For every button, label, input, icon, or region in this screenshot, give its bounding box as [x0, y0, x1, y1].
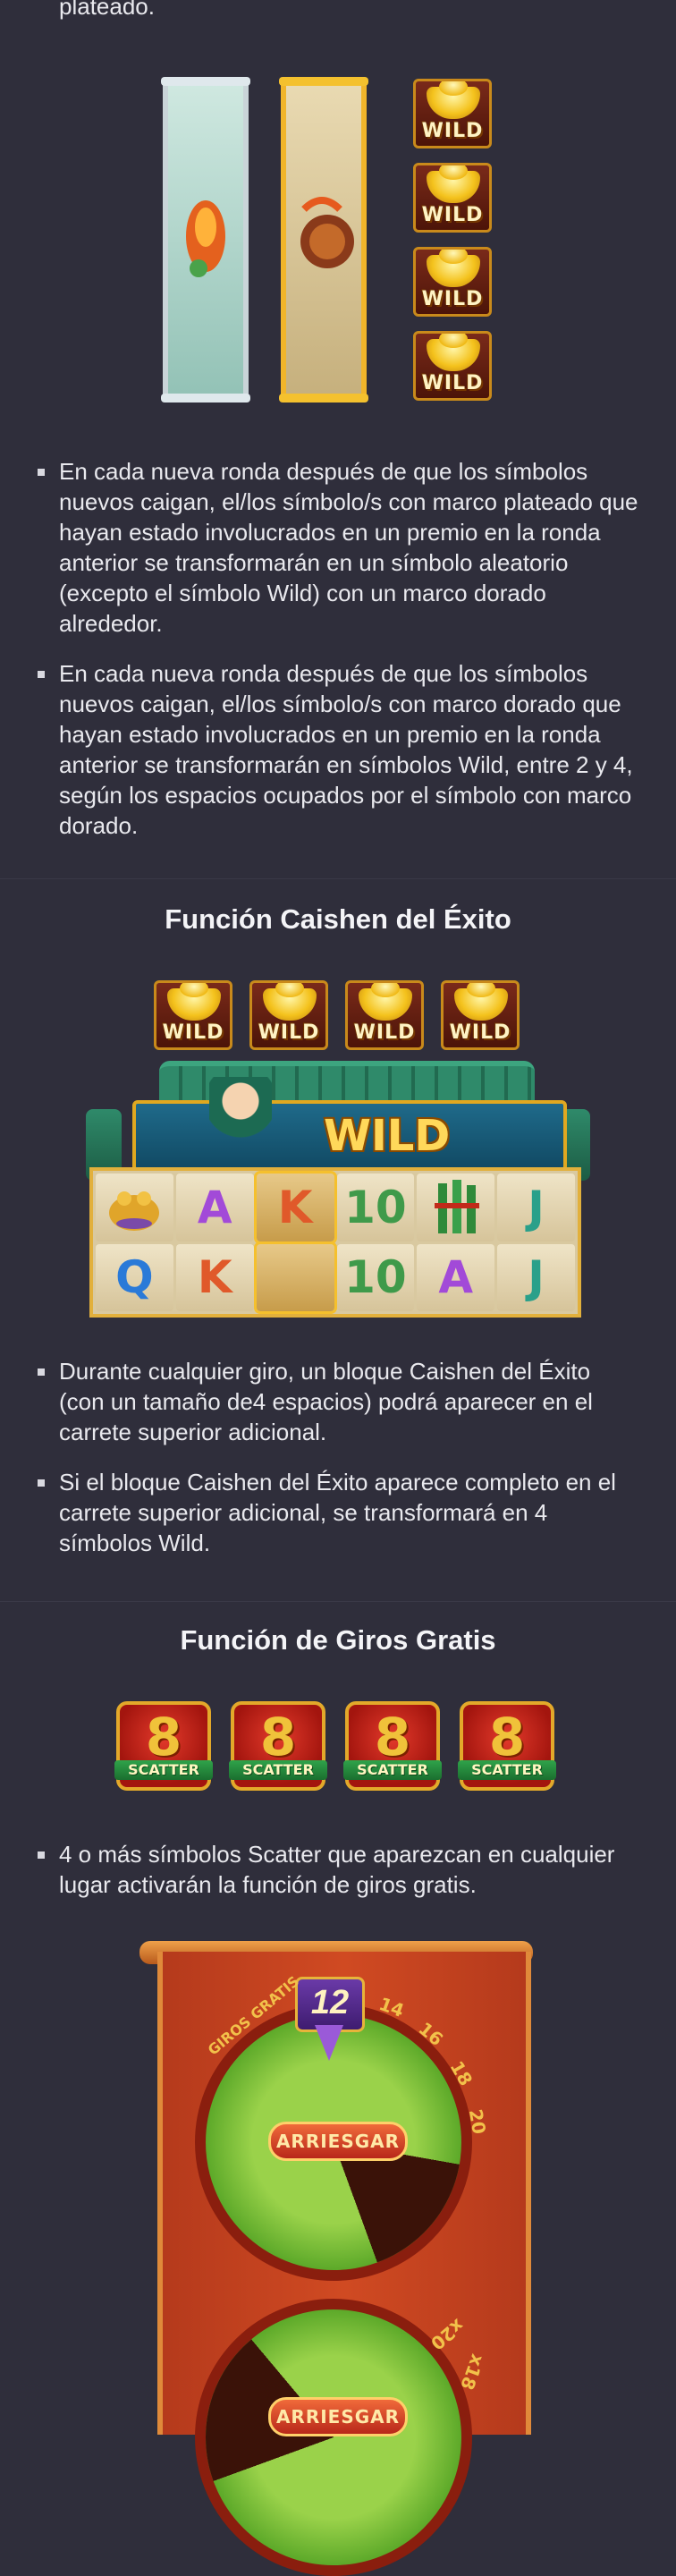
list-item: En cada nueva ronda después de que los s…	[34, 658, 640, 841]
caishen-figure-icon	[209, 1077, 272, 1157]
ring-number: 20	[464, 2107, 491, 2136]
wheel-pointer-icon	[315, 2025, 343, 2061]
grid-cell: 10	[336, 1174, 415, 1241]
toad-symbol-icon	[96, 1174, 173, 1241]
grid-cell: Q	[96, 1243, 173, 1311]
wild-symbol-icon: WILD	[413, 247, 492, 317]
wild-symbol-icon: WILD	[345, 980, 424, 1050]
wild-symbol-icon: WILD	[441, 980, 520, 1050]
scatter-symbol-icon: 8 SCATTER	[229, 1701, 327, 1791]
wild-symbol-icon: WILD	[249, 980, 328, 1050]
grid-cell: J	[497, 1243, 575, 1311]
transform-rules-list: En cada nueva ronda después de que los s…	[0, 456, 676, 860]
free-spins-rules-list: 4 o más símbolos Scatter que aparezcan e…	[0, 1839, 676, 1919]
scatter-symbol-row: 8 SCATTER 8 SCATTER 8 SCATTER 8 SCATTER	[114, 1701, 556, 1791]
wild-symbol-column: WILD WILD WILD WILD	[413, 79, 492, 401]
list-item: 4 o más símbolos Scatter que aparezcan e…	[34, 1839, 640, 1900]
scatter-symbol-icon: 8 SCATTER	[114, 1701, 213, 1791]
list-item: Si el bloque Caishen del Éxito aparece c…	[34, 1467, 640, 1558]
scatter-symbol-icon: 8 SCATTER	[343, 1701, 442, 1791]
grid-cell	[253, 1241, 337, 1314]
silver-frame-symbol	[161, 77, 250, 402]
section-divider	[0, 1601, 676, 1602]
caishen-banner: WILD	[132, 1077, 567, 1172]
list-item: Durante cualquier giro, un bloque Caishe…	[34, 1356, 640, 1447]
wild-symbol-icon: WILD	[154, 980, 232, 1050]
grid-cell: K	[253, 1171, 337, 1244]
list-item: En cada nueva ronda después de que los s…	[34, 456, 640, 639]
drum-icon	[300, 197, 354, 268]
free-spins-count-badge: 12	[295, 1977, 365, 2032]
caishen-wild-row: WILD WILD WILD WILD	[154, 980, 520, 1050]
intro-tail-text: plateado.	[59, 0, 155, 20]
bamboo-symbol-icon	[417, 1174, 495, 1241]
wild-symbol-icon: WILD	[413, 163, 492, 233]
wild-symbol-icon: WILD	[413, 79, 492, 148]
scatter-symbol-icon: 8 SCATTER	[458, 1701, 556, 1791]
koi-fish-icon	[186, 200, 225, 277]
wild-symbol-icon: WILD	[413, 331, 492, 401]
grid-cell: A	[175, 1174, 254, 1241]
section-divider	[0, 878, 676, 879]
free-spins-section-title: Función de Giros Gratis	[180, 1624, 496, 1656]
arriesgar-button[interactable]: ARRIESGAR	[268, 2122, 408, 2161]
grid-cell: J	[497, 1174, 575, 1241]
caishen-section-title: Función Caishen del Éxito	[165, 903, 511, 935]
arriesgar-button[interactable]: ARRIESGAR	[268, 2397, 408, 2436]
caishen-symbol-grid: A K 10 J Q K 10 A J	[89, 1167, 581, 1318]
caishen-rules-list: Durante cualquier giro, un bloque Caishe…	[0, 1356, 676, 1578]
gold-frame-symbol	[279, 77, 368, 402]
banner-wild-label: WILD	[324, 1111, 451, 1161]
grid-cell: 10	[336, 1243, 415, 1311]
grid-cell: A	[417, 1243, 495, 1311]
grid-cell: K	[175, 1243, 254, 1311]
